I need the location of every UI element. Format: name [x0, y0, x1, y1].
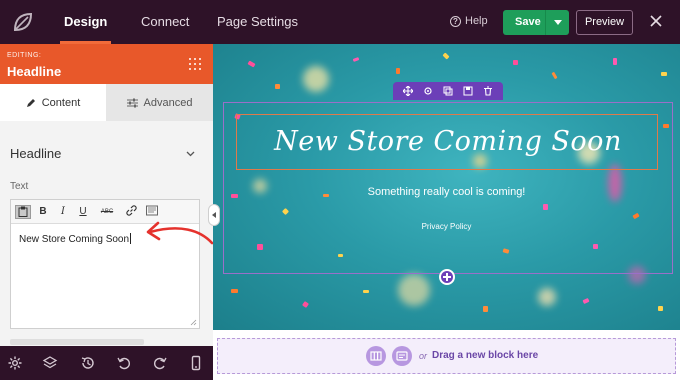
redo-icon[interactable]: [152, 355, 168, 371]
confetti-piece: [661, 72, 667, 76]
block-icon[interactable]: [392, 346, 412, 366]
underline-button[interactable]: U: [77, 205, 89, 219]
save-label: Save: [515, 16, 541, 28]
history-icon[interactable]: [80, 355, 96, 371]
seedprod-leaf-icon[interactable]: [10, 9, 36, 35]
bold-button[interactable]: B: [37, 205, 49, 219]
trash-icon[interactable]: [483, 86, 493, 96]
panel-scroll-indicator: [10, 339, 144, 345]
confetti-piece: [513, 60, 518, 65]
save-button[interactable]: Save: [503, 10, 569, 35]
editing-caption: EDITING:: [7, 52, 42, 59]
editing-header: EDITING: Headline: [0, 44, 213, 84]
canvas-preview[interactable]: New Store Coming Soon Something really c…: [213, 44, 680, 330]
editing-title: Headline: [7, 64, 62, 79]
link-icon[interactable]: [124, 205, 138, 219]
grid-dots-icon[interactable]: [189, 58, 201, 70]
confetti-piece: [302, 301, 309, 308]
tab-content[interactable]: Content: [0, 84, 106, 121]
tab-content-label: Content: [41, 96, 81, 109]
tab-design[interactable]: Design: [59, 0, 112, 44]
confetti-piece: [275, 84, 280, 89]
tab-page-settings[interactable]: Page Settings: [217, 0, 298, 44]
confetti-piece: [352, 57, 360, 62]
paste-icon[interactable]: [15, 205, 31, 219]
subheadline-text[interactable]: Something really cool is coming!: [213, 186, 680, 198]
add-block-button[interactable]: [439, 269, 455, 285]
text-field-label: Text: [10, 181, 29, 192]
help-label: Help: [465, 15, 488, 27]
settings-icon[interactable]: [423, 86, 433, 96]
confetti-piece: [363, 290, 369, 293]
bottom-toolbar: [0, 346, 213, 380]
move-icon[interactable]: [403, 86, 413, 96]
confetti-piece: [442, 52, 450, 60]
panel-tabs: Content Advanced: [0, 84, 213, 121]
sliders-icon: [126, 98, 138, 107]
top-bar: Design Connect Page Settings ? Help Save…: [0, 0, 680, 44]
resize-handle-icon[interactable]: [190, 319, 197, 326]
headline-block[interactable]: New Store Coming Soon: [236, 114, 658, 170]
bokeh-light: [398, 274, 430, 306]
drag-block-dropzone[interactable]: or Drag a new block here: [217, 338, 676, 374]
confetti-piece: [582, 297, 590, 305]
confetti-piece: [658, 306, 663, 311]
confetti-piece: [231, 289, 238, 293]
bokeh-light: [303, 66, 329, 92]
tab-advanced[interactable]: Advanced: [106, 84, 213, 121]
layers-icon[interactable]: [42, 355, 58, 371]
copy-icon[interactable]: [443, 86, 453, 96]
section-title[interactable]: Headline: [10, 146, 61, 161]
close-icon[interactable]: [648, 13, 664, 29]
confetti-piece: [247, 60, 256, 68]
undo-icon[interactable]: [116, 355, 132, 371]
dropzone-text: Drag a new block here: [432, 350, 539, 361]
text-caret: [130, 233, 132, 244]
collapse-panel-button[interactable]: [208, 204, 220, 226]
editor-text: New Store Coming Soon: [19, 234, 130, 245]
headline-text[interactable]: New Store Coming Soon: [237, 115, 659, 169]
chevron-down-icon[interactable]: [186, 149, 195, 158]
pencil-icon: [26, 98, 35, 107]
preview-button[interactable]: Preview: [576, 10, 633, 35]
columns-icon[interactable]: [366, 346, 386, 366]
confetti-piece: [483, 306, 488, 312]
italic-button[interactable]: I: [57, 205, 69, 219]
block-toolbar: [393, 82, 503, 100]
confetti-piece: [613, 58, 617, 65]
bokeh-light: [538, 288, 556, 306]
gear-icon[interactable]: [7, 355, 23, 371]
help-link[interactable]: ? Help: [450, 15, 488, 27]
dropzone-or-label: or: [419, 351, 428, 361]
strikethrough-button[interactable]: ABC: [98, 205, 116, 219]
confetti-piece: [396, 68, 400, 74]
tab-advanced-label: Advanced: [143, 96, 193, 109]
save-dropdown-chevron-icon[interactable]: [545, 10, 569, 35]
save-icon[interactable]: [463, 86, 473, 96]
confetti-piece: [551, 71, 558, 80]
tab-connect[interactable]: Connect: [141, 0, 189, 44]
editor-value[interactable]: New Store Coming Soon: [19, 233, 132, 245]
mobile-icon[interactable]: [188, 355, 204, 371]
privacy-policy-link[interactable]: Privacy Policy: [213, 222, 680, 231]
question-icon: ?: [450, 15, 461, 27]
